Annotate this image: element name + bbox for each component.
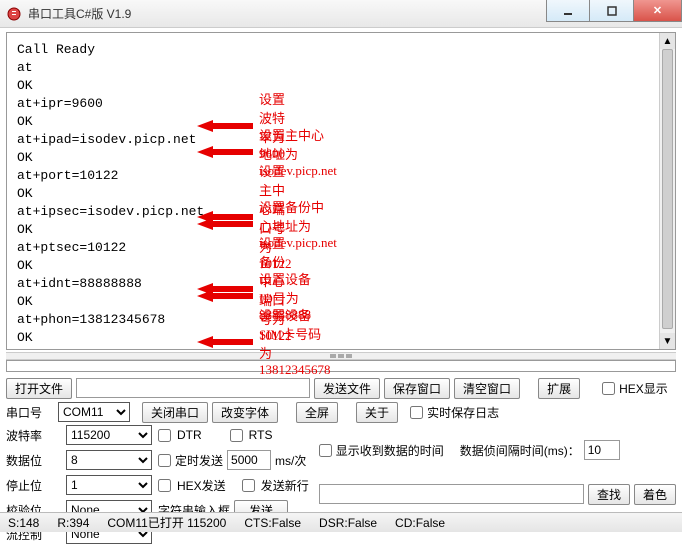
- terminal-output[interactable]: Call Ready at OK at+ipr=9600 OK at+ipad=…: [7, 33, 675, 349]
- dtr-label: DTR: [177, 428, 202, 442]
- stopbits-label: 停止位: [6, 477, 60, 494]
- stopbits-select[interactable]: 1: [66, 475, 152, 495]
- maximize-button[interactable]: [590, 0, 634, 22]
- close-port-button[interactable]: 关闭串口: [142, 402, 208, 423]
- clear-window-button[interactable]: 清空窗口: [454, 378, 520, 399]
- hex-show-checkbox[interactable]: [602, 382, 615, 395]
- expand-button[interactable]: 扩展: [538, 378, 580, 399]
- hex-send-label: HEX发送: [177, 477, 226, 494]
- arrow-left-icon: [197, 288, 253, 304]
- arrow-left-icon: [197, 216, 253, 232]
- minimize-button[interactable]: [546, 0, 590, 22]
- interval-input[interactable]: [584, 440, 620, 460]
- about-button[interactable]: 关于: [356, 402, 398, 423]
- color-button[interactable]: 着色: [634, 484, 676, 505]
- scroll-thumb[interactable]: [662, 49, 673, 329]
- fullscreen-button[interactable]: 全屏: [296, 402, 338, 423]
- find-input[interactable]: [319, 484, 584, 504]
- show-recv-time-label: 显示收到数据的时间: [336, 442, 444, 459]
- databits-label: 数据位: [6, 452, 60, 469]
- change-font-button[interactable]: 改变字体: [212, 402, 278, 423]
- send-newline-label: 发送新行: [261, 477, 309, 494]
- scrollbar[interactable]: ▲ ▼: [659, 33, 675, 349]
- realtime-save-label: 实时保存日志: [427, 404, 499, 421]
- scroll-down-icon[interactable]: ▼: [660, 333, 675, 349]
- dtr-checkbox[interactable]: [158, 429, 171, 442]
- arrow-left-icon: [197, 144, 253, 160]
- file-path-input[interactable]: [76, 378, 310, 398]
- port-select[interactable]: COM11: [58, 402, 130, 422]
- baud-select[interactable]: 115200: [66, 425, 152, 445]
- window-title: 串口工具C#版 V1.9: [28, 5, 131, 22]
- timed-ms-input[interactable]: [227, 450, 271, 470]
- status-com: COM11已打开 115200: [107, 514, 226, 531]
- send-file-button[interactable]: 发送文件: [314, 378, 380, 399]
- arrow-left-icon: [197, 334, 253, 350]
- port-label: 串口号: [6, 404, 54, 421]
- find-button[interactable]: 查找: [588, 484, 630, 505]
- databits-select[interactable]: 8: [66, 450, 152, 470]
- status-cd: CD:False: [395, 516, 445, 530]
- show-recv-time-checkbox[interactable]: [319, 444, 332, 457]
- send-newline-checkbox[interactable]: [242, 479, 255, 492]
- rts-label: RTS: [249, 428, 273, 442]
- timed-send-label: 定时发送: [175, 452, 223, 469]
- realtime-save-checkbox[interactable]: [410, 406, 423, 419]
- baud-label: 波特率: [6, 427, 60, 444]
- ms-per-label: ms/次: [275, 452, 306, 469]
- hex-show-label: HEX显示: [619, 380, 668, 397]
- annotation: 设置设备SIM卡号码为13812345678: [197, 305, 331, 378]
- save-window-button[interactable]: 保存窗口: [384, 378, 450, 399]
- open-file-button[interactable]: 打开文件: [6, 378, 72, 399]
- rts-checkbox[interactable]: [230, 429, 243, 442]
- terminal-panel: Call Ready at OK at+ipr=9600 OK at+ipad=…: [6, 32, 676, 350]
- status-cts: CTS:False: [244, 516, 301, 530]
- status-r: R:394: [57, 516, 89, 530]
- title-bar: 串口工具C#版 V1.9 ✕: [0, 0, 682, 28]
- splitter[interactable]: [6, 352, 676, 360]
- app-icon: [6, 6, 22, 22]
- close-button[interactable]: ✕: [634, 0, 682, 22]
- timed-send-checkbox[interactable]: [158, 454, 171, 467]
- scroll-up-icon[interactable]: ▲: [660, 33, 675, 49]
- send-input-area[interactable]: [6, 360, 676, 372]
- status-bar: S:148 R:394 COM11已打开 115200 CTS:False DS…: [0, 512, 682, 532]
- status-s: S:148: [8, 516, 39, 530]
- hex-send-checkbox[interactable]: [158, 479, 171, 492]
- status-dsr: DSR:False: [319, 516, 377, 530]
- interval-label: 数据侦间隔时间(ms)：: [460, 442, 580, 459]
